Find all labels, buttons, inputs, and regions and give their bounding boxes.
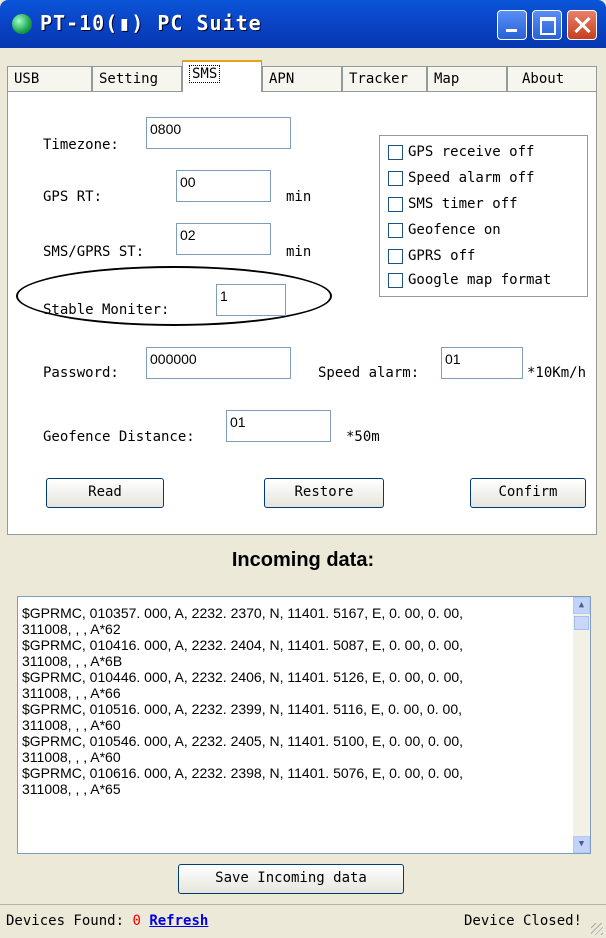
timezone-label: Timezone:	[43, 137, 119, 153]
option-label: Geofence on	[408, 222, 501, 238]
sms-gprs-st-unit: min	[286, 244, 312, 260]
option-label: GPRS off	[408, 248, 476, 264]
title-bar[interactable]: PT-10(▮) PC Suite	[0, 0, 606, 48]
gps-rt-unit: min	[286, 189, 312, 205]
password-label: Password:	[43, 365, 119, 381]
tab-usb[interactable]: USB	[7, 66, 92, 91]
option-speed-alarm-off[interactable]: Speed alarm off	[388, 170, 534, 192]
speed-alarm-unit: *10Km/h	[527, 365, 587, 381]
resize-grip-icon[interactable]	[591, 923, 603, 935]
app-orb-icon	[12, 14, 32, 34]
timezone-input[interactable]: 0800	[146, 117, 291, 149]
log-line: 311008, , , A*6B	[22, 653, 123, 669]
option-gprs-off[interactable]: GPRS off	[388, 248, 475, 270]
option-geofence-on[interactable]: Geofence on	[388, 222, 501, 244]
tab-tracker[interactable]: Tracker	[342, 66, 427, 91]
close-icon[interactable]	[567, 10, 597, 40]
checkbox-icon[interactable]	[388, 196, 403, 212]
option-gps-receive-off[interactable]: GPS receive off	[388, 144, 534, 166]
log-line: $GPRMC, 010357. 000, A, 2232. 2370, N, 1…	[22, 605, 464, 621]
scroll-down-icon[interactable]: ▼	[573, 836, 590, 853]
device-state: Device Closed!	[463, 913, 582, 929]
tab-strip: USB Setting SMS APN Tracker Map About	[7, 60, 597, 92]
option-label: Google map format	[408, 272, 552, 288]
checkbox-icon[interactable]	[388, 272, 403, 288]
log-line: $GPRMC, 010616. 000, A, 2232. 2398, N, 1…	[22, 765, 464, 781]
option-google-map-format[interactable]: Google map format	[388, 272, 551, 294]
log-line: $GPRMC, 010546. 000, A, 2232. 2405, N, 1…	[22, 733, 464, 749]
tab-sms[interactable]: SMS	[182, 60, 262, 92]
option-label: GPS receive off	[408, 144, 535, 160]
confirm-button[interactable]: Confirm	[470, 478, 586, 508]
devices-found-label: Devices Found:	[6, 913, 125, 929]
stable-moniter-label: Stable Moniter:	[43, 302, 170, 318]
geofence-distance-label: Geofence Distance:	[43, 429, 195, 445]
tab-about[interactable]: About	[507, 66, 597, 91]
incoming-data-title: Incoming data:	[231, 549, 375, 571]
gps-rt-input[interactable]: 00	[176, 170, 271, 202]
checkbox-icon[interactable]	[388, 248, 403, 264]
speed-alarm-input[interactable]: 01	[441, 347, 523, 379]
log-scrollbar[interactable]: ▲ ▼	[573, 597, 590, 853]
tab-map[interactable]: Map	[427, 66, 507, 91]
sms-gprs-st-label: SMS/GPRS ST:	[43, 244, 145, 260]
option-label: Speed alarm off	[408, 170, 535, 186]
minimize-icon[interactable]	[497, 10, 527, 40]
window-title: PT-10(▮) PC Suite	[40, 11, 262, 35]
password-input[interactable]: 000000	[146, 347, 291, 379]
scroll-up-icon[interactable]: ▲	[573, 597, 590, 614]
checkbox-icon[interactable]	[388, 222, 403, 238]
checkbox-icon[interactable]	[388, 170, 403, 186]
refresh-link[interactable]: Refresh	[149, 913, 208, 929]
devices-status: Devices Found: 0 Refresh	[6, 913, 208, 929]
log-line: $GPRMC, 010516. 000, A, 2232. 2399, N, 1…	[22, 701, 463, 717]
log-line: 311008, , , A*65	[22, 781, 121, 797]
tab-sms-label: SMS	[189, 65, 221, 83]
stable-moniter-input[interactable]: 1	[216, 284, 286, 316]
options-group: GPS receive off Speed alarm off SMS time…	[379, 135, 588, 297]
status-bar: Devices Found: 0 Refresh Device Closed!	[0, 904, 606, 938]
log-line: 311008, , , A*62	[22, 621, 121, 637]
log-line: 311008, , , A*60	[22, 749, 121, 765]
log-text: $GPRMC, 010357. 000, A, 2232. 2370, N, 1…	[22, 605, 568, 797]
option-label: SMS timer off	[408, 196, 518, 212]
sms-gprs-st-input[interactable]: 02	[176, 223, 271, 255]
save-incoming-button[interactable]: Save Incoming data	[178, 864, 404, 894]
restore-button[interactable]: Restore	[264, 478, 384, 508]
geofence-distance-unit: *50m	[346, 429, 380, 445]
log-line: 311008, , , A*66	[22, 685, 121, 701]
gps-rt-label: GPS RT:	[43, 189, 103, 205]
tab-apn[interactable]: APN	[262, 66, 342, 91]
incoming-data-log[interactable]: $GPRMC, 010357. 000, A, 2232. 2370, N, 1…	[17, 596, 591, 854]
devices-count: 0	[132, 913, 141, 929]
geofence-distance-input[interactable]: 01	[226, 410, 331, 442]
tab-setting[interactable]: Setting	[92, 66, 182, 91]
checkbox-icon[interactable]	[388, 144, 403, 160]
scroll-thumb[interactable]	[574, 616, 589, 630]
log-line: $GPRMC, 010416. 000, A, 2232. 2404, N, 1…	[22, 637, 464, 653]
log-line: $GPRMC, 010446. 000, A, 2232. 2406, N, 1…	[22, 669, 464, 685]
maximize-icon[interactable]	[532, 10, 562, 40]
option-sms-timer-off[interactable]: SMS timer off	[388, 196, 518, 218]
sms-panel: Timezone: 0800 GPS RT: 00 min SMS/GPRS S…	[7, 91, 597, 535]
read-button[interactable]: Read	[46, 478, 164, 508]
speed-alarm-label: Speed alarm:	[318, 365, 420, 381]
log-line: 311008, , , A*60	[22, 717, 121, 733]
